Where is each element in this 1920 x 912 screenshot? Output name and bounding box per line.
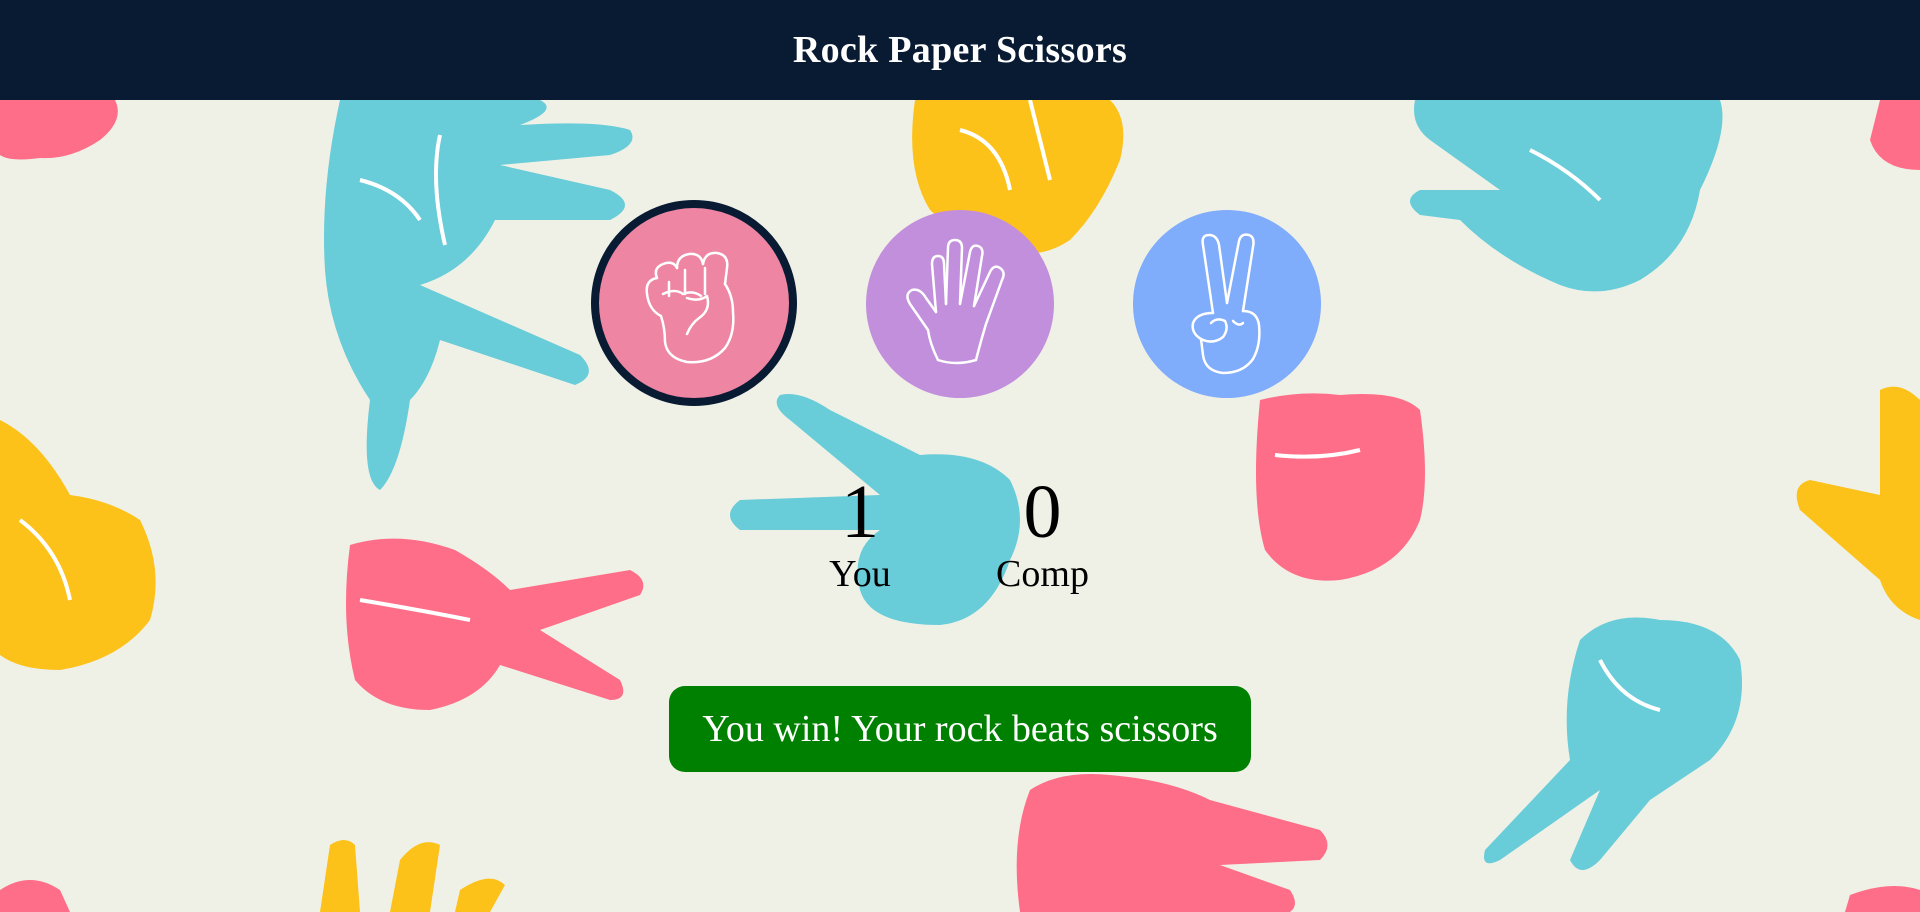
comp-score-label: Comp (996, 553, 1089, 595)
user-score-label: You (829, 553, 891, 595)
user-score: 1 You (800, 470, 920, 594)
result-message: You win! Your rock beats scissors (669, 686, 1251, 772)
choice-paper-button[interactable] (866, 210, 1054, 398)
app-header: Rock Paper Scissors (0, 0, 1920, 100)
page-title: Rock Paper Scissors (792, 29, 1128, 71)
choice-row (0, 200, 1920, 410)
fist-icon (645, 251, 735, 364)
comp-score-value: 0 (1023, 470, 1062, 554)
user-score-value: 1 (841, 470, 879, 554)
comp-score: 0 Comp (980, 470, 1105, 594)
choice-rock-button[interactable] (591, 200, 797, 406)
choice-scissors-button[interactable] (1133, 210, 1321, 398)
peace-hand-icon (1191, 233, 1261, 375)
open-hand-icon (906, 238, 1005, 365)
